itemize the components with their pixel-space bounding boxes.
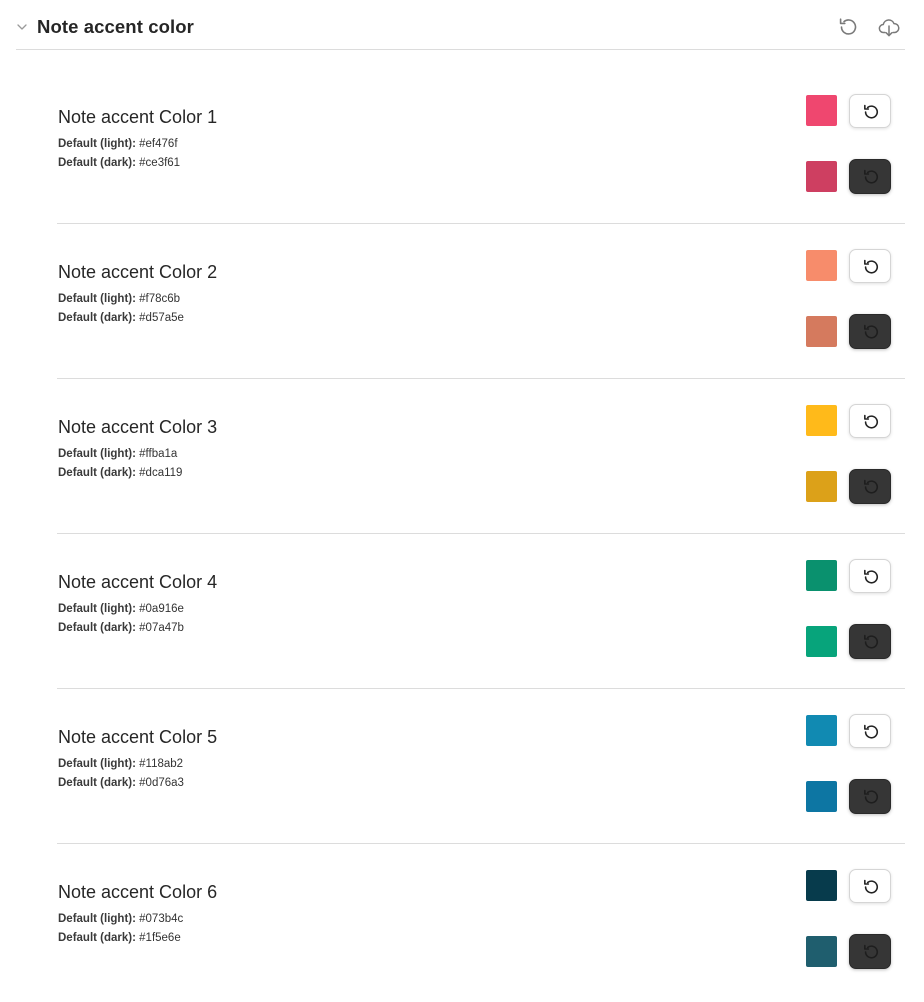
default-light-text: Default (light): #ef476f	[58, 138, 178, 150]
section-header[interactable]: Note accent color	[16, 0, 905, 50]
color-swatch-light[interactable]	[806, 95, 837, 126]
default-light-text: Default (light): #ffba1a	[58, 448, 177, 460]
default-light-value: #ffba1a	[139, 448, 178, 460]
color-swatch-dark[interactable]	[806, 936, 837, 967]
default-dark-text: Default (dark): #07a47b	[58, 622, 184, 634]
default-dark-label: Default (dark):	[58, 467, 136, 479]
setting-row-1: Note accent Color 1 Default (light): #ef…	[57, 68, 905, 224]
default-light-value: #0a916e	[139, 603, 184, 615]
setting-title: Note accent Color 5	[58, 727, 218, 747]
default-light-value: #073b4c	[139, 913, 184, 925]
default-light-value: #ef476f	[139, 138, 178, 150]
default-light-label: Default (light):	[58, 448, 136, 460]
color-swatch-light[interactable]	[806, 715, 837, 746]
section-title: Note accent color	[37, 16, 194, 37]
reset-dark-button[interactable]	[849, 934, 891, 969]
reset-dark-button[interactable]	[849, 159, 891, 194]
default-light-label: Default (light):	[58, 603, 136, 615]
default-dark-label: Default (dark):	[58, 932, 136, 944]
cloud-download-icon	[877, 15, 901, 39]
default-dark-label: Default (dark):	[58, 622, 136, 634]
setting-row-5: Note accent Color 5 Default (light): #11…	[57, 688, 905, 844]
setting-title: Note accent Color 4	[58, 572, 218, 592]
setting-row-2: Note accent Color 2 Default (light): #f7…	[57, 223, 905, 379]
default-dark-label: Default (dark):	[58, 777, 136, 789]
reset-light-button[interactable]	[849, 869, 891, 903]
color-swatch-dark[interactable]	[806, 471, 837, 502]
color-swatch-light[interactable]	[806, 560, 837, 591]
color-swatch-dark[interactable]	[806, 781, 837, 812]
default-light-value: #f78c6b	[139, 293, 181, 305]
reset-all-button[interactable]	[836, 15, 860, 39]
default-dark-value: #ce3f61	[139, 157, 181, 169]
chevron-down-icon[interactable]	[16, 20, 28, 32]
default-dark-text: Default (dark): #0d76a3	[58, 777, 184, 789]
default-dark-value: #07a47b	[139, 622, 184, 634]
default-dark-text: Default (dark): #ce3f61	[58, 157, 180, 169]
default-dark-value: #1f5e6e	[139, 932, 181, 944]
default-light-text: Default (light): #f78c6b	[58, 293, 180, 305]
reset-dark-button[interactable]	[849, 779, 891, 814]
export-button[interactable]	[877, 15, 901, 39]
reset-light-button[interactable]	[849, 94, 891, 128]
default-light-text: Default (light): #073b4c	[58, 913, 183, 925]
default-dark-text: Default (dark): #dca119	[58, 467, 182, 479]
default-light-label: Default (light):	[58, 758, 136, 770]
default-light-value: #118ab2	[139, 758, 184, 770]
default-light-text: Default (light): #118ab2	[58, 758, 183, 770]
default-dark-value: #0d76a3	[139, 777, 184, 789]
setting-row-6: Note accent Color 6 Default (light): #07…	[57, 843, 905, 998]
color-swatch-dark[interactable]	[806, 161, 837, 192]
default-dark-text: Default (dark): #d57a5e	[58, 312, 184, 324]
default-light-label: Default (light):	[58, 138, 136, 150]
default-dark-label: Default (dark):	[58, 157, 136, 169]
setting-title: Note accent Color 1	[58, 107, 218, 127]
default-light-text: Default (light): #0a916e	[58, 603, 184, 615]
setting-row-3: Note accent Color 3 Default (light): #ff…	[57, 378, 905, 534]
color-swatch-light[interactable]	[806, 250, 837, 281]
default-light-label: Default (light):	[58, 913, 136, 925]
default-dark-value: #dca119	[139, 467, 183, 479]
reset-light-button[interactable]	[849, 249, 891, 283]
color-swatch-dark[interactable]	[806, 626, 837, 657]
reset-light-button[interactable]	[849, 559, 891, 593]
default-dark-text: Default (dark): #1f5e6e	[58, 932, 181, 944]
setting-title: Note accent Color 2	[58, 262, 218, 282]
default-dark-label: Default (dark):	[58, 312, 136, 324]
setting-title: Note accent Color 3	[58, 417, 218, 437]
default-light-label: Default (light):	[58, 293, 136, 305]
reset-light-button[interactable]	[849, 714, 891, 748]
reset-dark-button[interactable]	[849, 469, 891, 504]
setting-title: Note accent Color 6	[58, 882, 218, 902]
default-dark-value: #d57a5e	[139, 312, 184, 324]
reset-icon	[836, 15, 860, 39]
color-swatch-light[interactable]	[806, 405, 837, 436]
color-swatch-dark[interactable]	[806, 316, 837, 347]
setting-row-4: Note accent Color 4 Default (light): #0a…	[57, 533, 905, 689]
reset-light-button[interactable]	[849, 404, 891, 438]
reset-dark-button[interactable]	[849, 624, 891, 659]
color-swatch-light[interactable]	[806, 870, 837, 901]
reset-dark-button[interactable]	[849, 314, 891, 349]
